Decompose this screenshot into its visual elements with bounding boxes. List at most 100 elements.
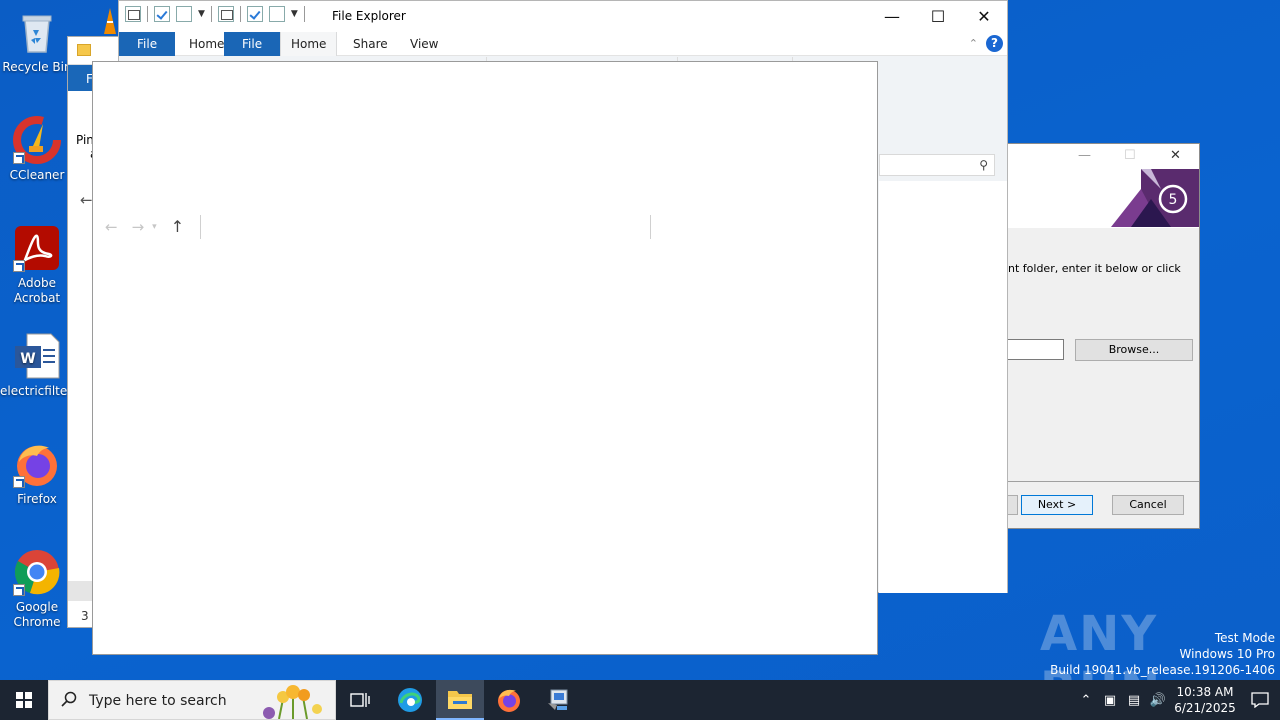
desktop-icon-word-document[interactable]: W electricfilte... [0,332,79,399]
maximize-button[interactable]: ☐ [1124,148,1136,163]
recent-locations-icon[interactable]: ▾ [152,222,157,232]
edge-icon [398,688,422,712]
chevron-down-icon[interactable]: ▼ [291,9,298,19]
checkmark-icon[interactable] [154,6,170,22]
browse-button[interactable]: Browse... [1075,339,1193,361]
window-title: File Explorer [332,9,406,23]
windows-logo-icon [16,692,32,708]
taskbar-installer[interactable] [534,680,582,720]
file-list-pane[interactable] [879,181,1007,593]
task-view-icon [350,693,370,707]
google-chrome-icon [13,548,61,596]
checkmark-icon[interactable] [246,6,263,22]
search-icon: ⚲ [979,158,988,172]
separator-line [1008,481,1199,482]
close-button[interactable]: ✕ [961,1,1007,32]
installer-logo-icon: 5 [1111,169,1199,227]
shortcut-arrow-icon [13,476,25,488]
network-icon[interactable]: ▤ [1122,693,1146,708]
desktop-icon-label: CCleaner [9,168,65,182]
build-label: Build 19041.vb_release.191206-1406 [1050,663,1275,677]
properties-icon[interactable] [217,6,234,22]
back-button[interactable] [1008,495,1018,515]
adobe-acrobat-icon [13,224,61,272]
properties-icon[interactable] [125,6,141,22]
notifications-button[interactable] [1240,680,1280,720]
system-tray: ⌃ ▣ ▤ 🔊 10:38 AM 6/21/2025 [1074,680,1280,720]
tab-home-2[interactable]: Home [280,32,338,56]
toolbar-separator [210,6,212,22]
firefox-icon [13,440,61,488]
cancel-button[interactable]: Cancel [1112,495,1184,515]
search-box[interactable]: ⚲ [879,154,995,176]
installer-icon [548,689,568,710]
test-mode-label: Test Mode [1214,631,1275,645]
toolbar-separator [303,6,305,22]
taskbar-file-explorer[interactable] [436,680,484,720]
svg-text:5: 5 [1169,192,1178,208]
desktop-icon-adobe-acrobat[interactable]: Adobe Acrobat [0,224,74,306]
desktop-icon-label: Firefox [17,492,57,506]
desktop-icon-recycle-bin[interactable]: Recycle Bin [0,8,74,75]
word-document-icon: W [13,332,61,380]
forward-arrow-icon[interactable]: → [132,218,145,236]
taskbar-edge[interactable] [386,680,434,720]
installer-header: — ☐ ✕ 5 [1008,144,1199,228]
system-info: Test Mode Windows 10 Pro Build 19041.vb_… [1050,630,1275,678]
search-icon [61,691,77,707]
chevron-down-icon[interactable]: ▼ [198,9,205,19]
tab-view[interactable]: View [400,32,448,56]
new-folder-icon[interactable] [176,6,192,22]
up-arrow-icon[interactable]: ↑ [171,217,184,236]
shortcut-arrow-icon [13,152,25,164]
taskbar-firefox[interactable] [485,680,533,720]
installer-window[interactable]: — ☐ ✕ 5 nt folder, enter it below or cli… [1008,143,1200,529]
desktop-icon-label: electricfilte... [0,384,79,398]
back-arrow-icon[interactable]: ← [80,191,93,209]
os-edition-label: Windows 10 Pro [1179,647,1275,661]
next-button[interactable]: Next > [1021,495,1093,515]
volume-icon[interactable]: 🔊 [1146,693,1170,708]
desktop-icon-ccleaner[interactable]: CCleaner [0,116,74,183]
svg-text:W: W [20,351,35,367]
search-placeholder: Type here to search [89,693,227,709]
notification-icon [1251,692,1269,708]
maximize-button[interactable]: ☐ [915,1,961,32]
tab-share[interactable]: Share [343,32,398,56]
navigation-buttons: ← → ▾ ↑ [105,217,184,236]
recycle-bin-icon [13,8,61,56]
desktop-icon-google-chrome[interactable]: Google Chrome [0,548,74,630]
folder-icon [448,691,472,709]
quick-access-toolbar: ▼ ▼ [125,6,305,22]
toolbar-separator [147,6,148,22]
close-button[interactable]: ✕ [1170,148,1181,163]
minimize-button[interactable]: — [869,1,915,32]
shortcut-arrow-icon [13,260,25,272]
ribbon-tabs: File Home File Home Share View ⌃ ? [119,32,1007,56]
folder-instruction-text: nt folder, enter it below or click [1008,262,1181,275]
help-icon[interactable]: ? [986,35,1003,52]
blank-explorer-overlay[interactable]: ← → ▾ ↑ [92,61,878,655]
address-bar-end [650,215,651,239]
ccleaner-icon [13,116,61,164]
back-arrow-icon[interactable]: ← [105,218,118,236]
clock-date: 6/21/2025 [1174,701,1236,715]
tab-file-2[interactable]: File [224,32,281,56]
tab-file[interactable]: File [119,32,176,56]
minimize-button[interactable]: — [1078,148,1091,163]
search-highlight-flowers-icon [263,685,322,719]
new-folder-icon[interactable] [268,6,285,22]
file-explorer-titlebar: ▼ ▼ File Explorer — ☐ ✕ [119,1,1007,32]
chevron-up-icon[interactable]: ⌃ [1074,693,1098,708]
task-view-button[interactable] [336,680,384,720]
clock-time: 10:38 AM [1176,685,1234,699]
vlc-icon [102,6,118,36]
taskbar-search-box[interactable]: Type here to search [48,680,336,720]
collapse-ribbon-icon[interactable]: ⌃ [969,37,978,50]
desktop-icon-firefox[interactable]: Firefox [0,440,74,507]
meet-now-icon[interactable]: ▣ [1098,693,1122,708]
clock[interactable]: 10:38 AM 6/21/2025 [1170,684,1240,716]
desktop-icon-label: Adobe Acrobat [13,276,61,305]
destination-folder-input[interactable] [1008,339,1064,360]
start-button[interactable] [0,680,48,720]
